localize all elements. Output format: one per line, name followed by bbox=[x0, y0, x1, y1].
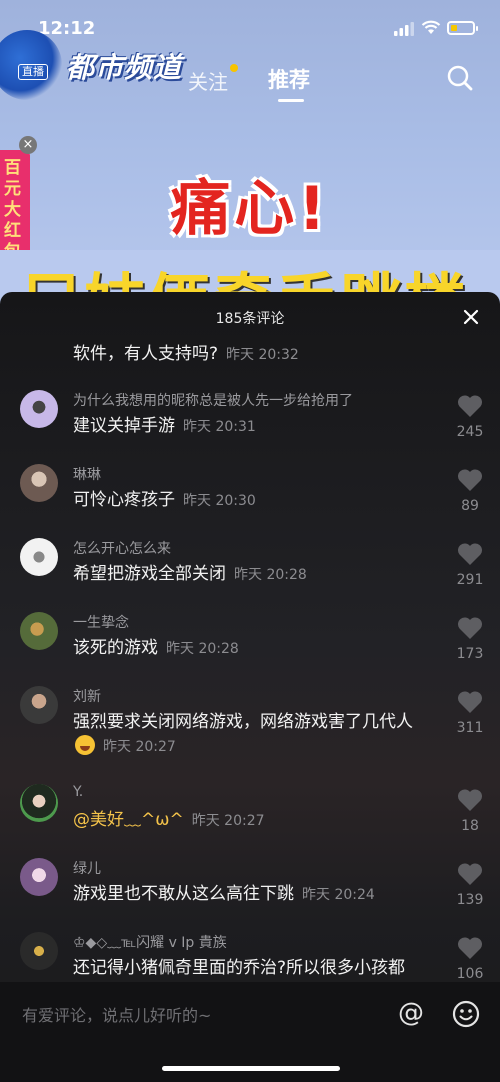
comment-time: 昨天 20:27 bbox=[103, 739, 176, 755]
comment-author[interactable]: 刘新 bbox=[73, 686, 101, 706]
comment-time: 昨天 20:28 bbox=[166, 641, 239, 657]
avatar[interactable] bbox=[20, 390, 58, 428]
heart-icon bbox=[457, 691, 483, 713]
like-count: 245 bbox=[456, 424, 484, 440]
active-tab-indicator bbox=[278, 99, 304, 102]
battery-icon bbox=[447, 21, 478, 35]
comment-text-content: 可怜心疼孩子 bbox=[73, 490, 175, 510]
like-count: 173 bbox=[456, 646, 484, 662]
comment-text-content: 建议关掉手游 bbox=[73, 416, 175, 436]
comment-time: 昨天 20:30 bbox=[183, 493, 256, 509]
avatar[interactable] bbox=[20, 612, 58, 650]
home-indicator[interactable] bbox=[162, 1066, 340, 1071]
heart-icon bbox=[457, 863, 483, 885]
like-button[interactable]: 173 bbox=[446, 616, 494, 662]
heart-icon bbox=[457, 937, 483, 959]
comment-text-content: 游戏里也不敢从这么高往下跳 bbox=[73, 884, 294, 904]
comment-text: 软件，有人支持吗? 昨天 20:32 bbox=[73, 342, 433, 367]
comment-text-content: 该死的游戏 bbox=[73, 638, 158, 658]
comment-text-content: 还记得小猪佩奇里面的乔治?所以很多小孩都 bbox=[73, 958, 406, 978]
tab-recommend[interactable]: 推荐 bbox=[268, 64, 310, 94]
heart-icon bbox=[457, 469, 483, 491]
comment-author[interactable]: Y. bbox=[73, 784, 83, 800]
heart-icon bbox=[457, 395, 483, 417]
comment-sheet: 185条评论 软件，有人支持吗? 昨天 20:32 为什么我想用的昵称总是被人先一… bbox=[0, 292, 500, 1082]
notification-dot bbox=[230, 64, 238, 72]
comment-author[interactable]: 怎么开心怎么来 bbox=[73, 538, 171, 558]
like-count: 89 bbox=[461, 498, 479, 514]
like-count: 139 bbox=[456, 892, 484, 908]
comment-author[interactable]: 为什么我想用的昵称总是被人先一步给抢用了 bbox=[73, 390, 353, 410]
like-count: 311 bbox=[456, 720, 484, 736]
comment-text: 可怜心疼孩子 昨天 20:30 bbox=[73, 488, 433, 513]
comment-author[interactable]: 绿儿 bbox=[73, 858, 101, 878]
comment-time: 昨天 20:31 bbox=[183, 419, 256, 435]
comment-text: 希望把游戏全部关闭 昨天 20:28 bbox=[73, 562, 433, 587]
comment-time: 昨天 20:24 bbox=[302, 887, 375, 903]
mention-icon[interactable]: @ bbox=[398, 998, 424, 1028]
avatar[interactable] bbox=[20, 932, 58, 970]
heart-icon bbox=[457, 789, 483, 811]
avatar[interactable] bbox=[20, 464, 58, 502]
video-headline: 痛心! bbox=[170, 174, 330, 244]
search-icon[interactable] bbox=[446, 64, 474, 92]
like-button[interactable]: 18 bbox=[446, 788, 494, 834]
like-count: 18 bbox=[461, 818, 479, 834]
laughing-emoji-icon bbox=[75, 735, 95, 755]
comment-text: 游戏里也不敢从这么高往下跳 昨天 20:24 bbox=[73, 882, 433, 907]
avatar[interactable] bbox=[20, 686, 58, 724]
live-tag[interactable]: 直播 bbox=[18, 64, 48, 80]
like-button[interactable]: 89 bbox=[446, 468, 494, 514]
comment-input[interactable]: 有爱评论，说点儿好听的~ bbox=[22, 1002, 211, 1026]
signal-icon bbox=[394, 22, 414, 36]
wifi-icon bbox=[421, 20, 441, 34]
comment-author[interactable]: 琳琳 bbox=[73, 464, 101, 484]
comment-text: 还记得小猪佩奇里面的乔治?所以很多小孩都 bbox=[73, 956, 433, 980]
avatar[interactable] bbox=[20, 858, 58, 896]
mention-link[interactable]: @美好﹏^ω^ bbox=[73, 810, 184, 830]
tab-follow[interactable]: 关注 bbox=[188, 66, 228, 95]
comment-count-title: 185条评论 bbox=[215, 311, 285, 327]
status-bar: 12:12 bbox=[0, 0, 500, 44]
like-count: 291 bbox=[456, 572, 484, 588]
like-count: 106 bbox=[456, 966, 484, 982]
promo-close-icon[interactable]: × bbox=[19, 136, 37, 154]
like-button[interactable]: 311 bbox=[446, 690, 494, 736]
comment-time: 昨天 20:27 bbox=[191, 813, 265, 829]
avatar[interactable] bbox=[20, 784, 58, 822]
close-icon[interactable] bbox=[462, 308, 480, 326]
comment-text: 强烈要求关闭网络游戏，网络游戏害了几代人昨天 20:27 bbox=[73, 710, 433, 759]
like-button[interactable]: 291 bbox=[446, 542, 494, 588]
comment-text-content: 软件，有人支持吗? bbox=[73, 344, 219, 364]
like-button[interactable]: 106 bbox=[446, 936, 494, 982]
comment-text-content: 强烈要求关闭网络游戏，网络游戏害了几代人 bbox=[73, 712, 413, 732]
comment-time: 昨天 20:28 bbox=[234, 567, 307, 583]
comment-time: 昨天 20:32 bbox=[226, 347, 299, 363]
like-button[interactable]: 139 bbox=[446, 862, 494, 908]
heart-icon bbox=[457, 543, 483, 565]
heart-icon bbox=[457, 617, 483, 639]
comment-text: @美好﹏^ω^ 昨天 20:27 bbox=[73, 808, 433, 833]
comment-input-bar: 有爱评论，说点儿好听的~ @ bbox=[0, 982, 500, 1082]
comment-text-content: 希望把游戏全部关闭 bbox=[73, 564, 226, 584]
like-button[interactable]: 245 bbox=[446, 394, 494, 440]
emoji-icon[interactable] bbox=[452, 1000, 480, 1028]
comment-text: 该死的游戏 昨天 20:28 bbox=[73, 636, 433, 661]
channel-logo: 都市频道 bbox=[66, 51, 183, 84]
avatar[interactable] bbox=[20, 538, 58, 576]
comment-author[interactable]: ♔◆◇﹏℡闪耀 v Ip 貴族 bbox=[73, 932, 227, 952]
comment-author[interactable]: 一生挚念 bbox=[73, 612, 129, 632]
comment-text: 建议关掉手游 昨天 20:31 bbox=[73, 414, 433, 439]
